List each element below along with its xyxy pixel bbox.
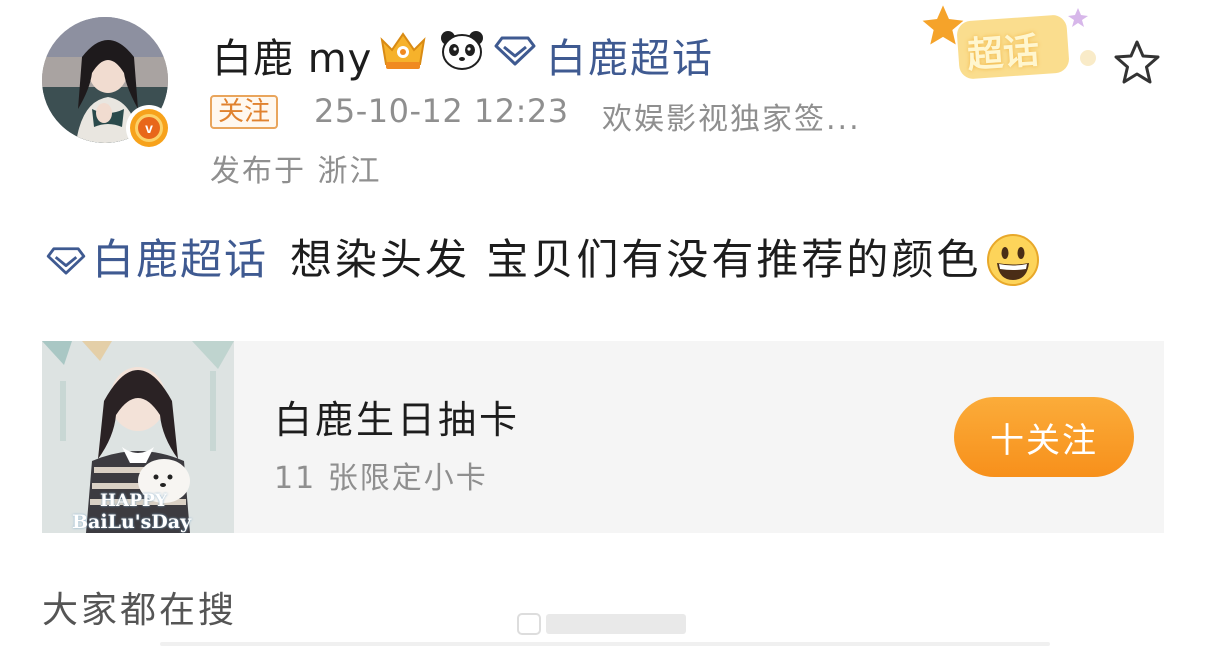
crown-badge-icon <box>380 32 426 69</box>
follow-tag[interactable]: 关注 <box>210 95 279 129</box>
card-title[interactable]: 白鹿生日抽卡 <box>274 389 520 444</box>
post-body-text: 想染头发 宝贝们有没有推荐的颜色 <box>290 235 982 284</box>
card-follow-button[interactable]: 十关注 <box>954 397 1134 477</box>
content-topic-link[interactable]: 白鹿超话 <box>92 233 268 287</box>
verified-badge: v <box>126 105 172 151</box>
diamond-topic-icon <box>46 247 86 275</box>
post-content: 白鹿超话 想染头发 宝贝们有没有推荐的颜色 <box>46 232 1041 288</box>
post-timestamp: 25-10-12 12:23 <box>314 92 569 130</box>
post-source: 欢娱影视独家签... <box>602 102 861 137</box>
scroll-indicator <box>160 642 1050 646</box>
panda-icon <box>441 31 483 70</box>
post-location: 发布于 浙江 <box>210 154 382 189</box>
grinning-face-icon <box>987 234 1040 286</box>
card-subtitle: 11 张限定小卡 <box>274 461 488 496</box>
everyone-searching-title: 大家都在搜 <box>42 590 238 631</box>
weibo-post: v 白鹿 my 白鹿超话 超话 关注 25-10-12 12:23 欢娱影视独家… <box>0 0 1206 650</box>
topic-card[interactable]: HAPPY BaiLu'sDay 白鹿生日抽卡 11 张限定小卡 十关注 <box>42 341 1164 533</box>
card-image-caption-top: HAPPY <box>100 491 167 511</box>
card-image-caption-bottom: BaiLu'sDay <box>72 511 192 533</box>
diamond-topic-icon <box>494 36 536 66</box>
watermark-icon <box>517 613 686 635</box>
author-name[interactable]: 白鹿 my <box>212 26 372 84</box>
header-topic-link[interactable]: 白鹿超话 <box>546 26 714 84</box>
card-thumbnail[interactable]: HAPPY BaiLu'sDay <box>42 341 234 533</box>
star-outline-icon[interactable] <box>1112 38 1162 86</box>
supertopic-stamp-label: 超话 <box>965 30 1041 77</box>
